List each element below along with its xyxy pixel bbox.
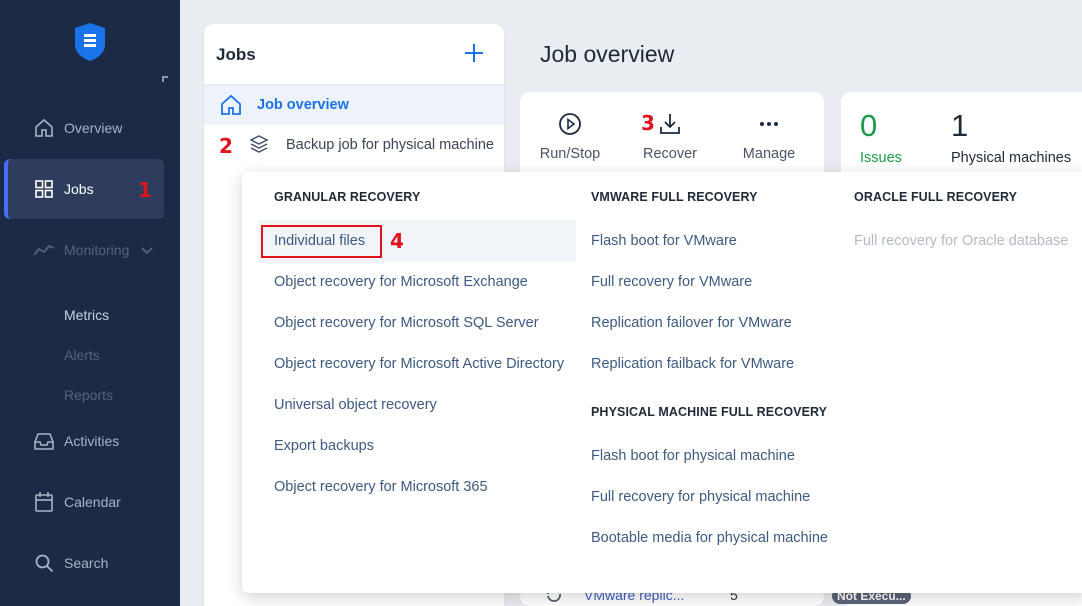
menu-item-flash-boot-physical[interactable]: Flash boot for physical machine: [591, 448, 795, 464]
sidebar-item-label: Jobs: [64, 181, 94, 197]
menu-item-replication-failover[interactable]: Replication failover for VMware: [591, 315, 792, 331]
job-item-job-overview[interactable]: Job overview: [204, 85, 504, 125]
sidebar-item-label: Activities: [64, 433, 120, 449]
home-icon: [33, 117, 55, 139]
sidebar-subitem-alerts[interactable]: Alerts: [64, 347, 100, 363]
sidebar-item-label: Calendar: [64, 494, 121, 510]
run-stop-label: Run/Stop: [539, 146, 601, 162]
physical-machines-count: 1: [951, 108, 969, 143]
chart-line-icon: [33, 239, 55, 261]
annotation-marker-2: 2: [219, 134, 233, 158]
job-item-label: Backup job for physical machine: [286, 137, 494, 153]
search-icon: [33, 552, 55, 574]
annotation-marker-3: 3: [641, 111, 655, 135]
annotation-marker-4: 4: [390, 229, 404, 253]
sidebar-subitem-reports[interactable]: Reports: [64, 387, 113, 403]
sidebar-item-label: Monitoring: [64, 242, 130, 258]
grid-icon: [33, 178, 55, 200]
backup-job-icon: [249, 135, 269, 153]
recover-label: Recover: [643, 146, 697, 162]
manage-button[interactable]: Manage: [729, 112, 809, 168]
download-icon: [660, 114, 680, 134]
granular-recovery-heading: GRANULAR RECOVERY: [274, 190, 421, 204]
sidebar-item-jobs[interactable]: Jobs: [0, 169, 180, 209]
add-job-button[interactable]: [462, 41, 486, 65]
menu-item-exchange[interactable]: Object recovery for Microsoft Exchange: [274, 274, 528, 290]
job-item-label: Job overview: [257, 97, 349, 113]
jobs-panel-title: Jobs: [216, 45, 256, 64]
sidebar-item-label: Overview: [64, 120, 123, 136]
issues-count[interactable]: 0: [860, 108, 877, 144]
sidebar-subitem-metrics[interactable]: Metrics: [64, 307, 109, 323]
chevron-down-icon: [140, 243, 154, 259]
inbox-icon: [33, 430, 55, 452]
menu-item-full-recovery-physical[interactable]: Full recovery for physical machine: [591, 489, 810, 505]
home-icon: [221, 94, 241, 115]
collapse-sidebar-icon[interactable]: [162, 76, 168, 82]
menu-item-flash-boot-vmware[interactable]: Flash boot for VMware: [591, 233, 737, 249]
job-item-backup-physical[interactable]: Backup job for physical machine: [204, 125, 504, 165]
sidebar-item-label: Search: [64, 555, 109, 571]
annotation-highlight-box: [261, 225, 382, 258]
run-stop-button[interactable]: Run/Stop: [530, 112, 610, 168]
manage-label: Manage: [742, 146, 796, 162]
sidebar-item-overview[interactable]: Overview: [0, 108, 180, 148]
annotation-marker-1: 1: [138, 178, 152, 202]
issues-label[interactable]: Issues: [860, 150, 902, 166]
page-title: Job overview: [540, 41, 675, 67]
menu-item-sql-server[interactable]: Object recovery for Microsoft SQL Server: [274, 315, 539, 331]
menu-item-microsoft-365[interactable]: Object recovery for Microsoft 365: [274, 479, 488, 495]
menu-item-export-backups[interactable]: Export backups: [274, 438, 374, 454]
menu-item-bootable-media[interactable]: Bootable media for physical machine: [591, 530, 828, 546]
menu-item-oracle-full-recovery: Full recovery for Oracle database: [854, 233, 1069, 249]
menu-item-universal-object[interactable]: Universal object recovery: [274, 397, 437, 413]
sidebar: Overview Jobs 1 Monitoring Metrics Alert…: [0, 0, 180, 606]
oracle-recovery-heading: ORACLE FULL RECOVERY: [854, 190, 1018, 204]
sidebar-item-activities[interactable]: Activities: [0, 421, 180, 461]
more-dots-icon: [760, 122, 778, 126]
calendar-icon: [33, 491, 55, 513]
menu-item-active-directory[interactable]: Object recovery for Microsoft Active Dir…: [274, 356, 564, 372]
physical-recovery-heading: PHYSICAL MACHINE FULL RECOVERY: [591, 405, 828, 419]
play-circle-icon: [559, 113, 581, 135]
sidebar-item-search[interactable]: Search: [0, 543, 180, 583]
vmware-recovery-heading: VMWARE FULL RECOVERY: [591, 190, 758, 204]
app-logo-icon[interactable]: [73, 22, 107, 62]
sidebar-item-monitoring[interactable]: Monitoring: [0, 230, 180, 270]
recover-dropdown-menu: GRANULAR RECOVERY Individual files 4 Obj…: [242, 172, 1082, 593]
sidebar-item-calendar[interactable]: Calendar: [0, 482, 180, 522]
menu-item-full-recovery-vmware[interactable]: Full recovery for VMware: [591, 274, 752, 290]
physical-machines-label: Physical machines: [951, 150, 1072, 166]
menu-item-replication-failback[interactable]: Replication failback for VMware: [591, 356, 794, 372]
